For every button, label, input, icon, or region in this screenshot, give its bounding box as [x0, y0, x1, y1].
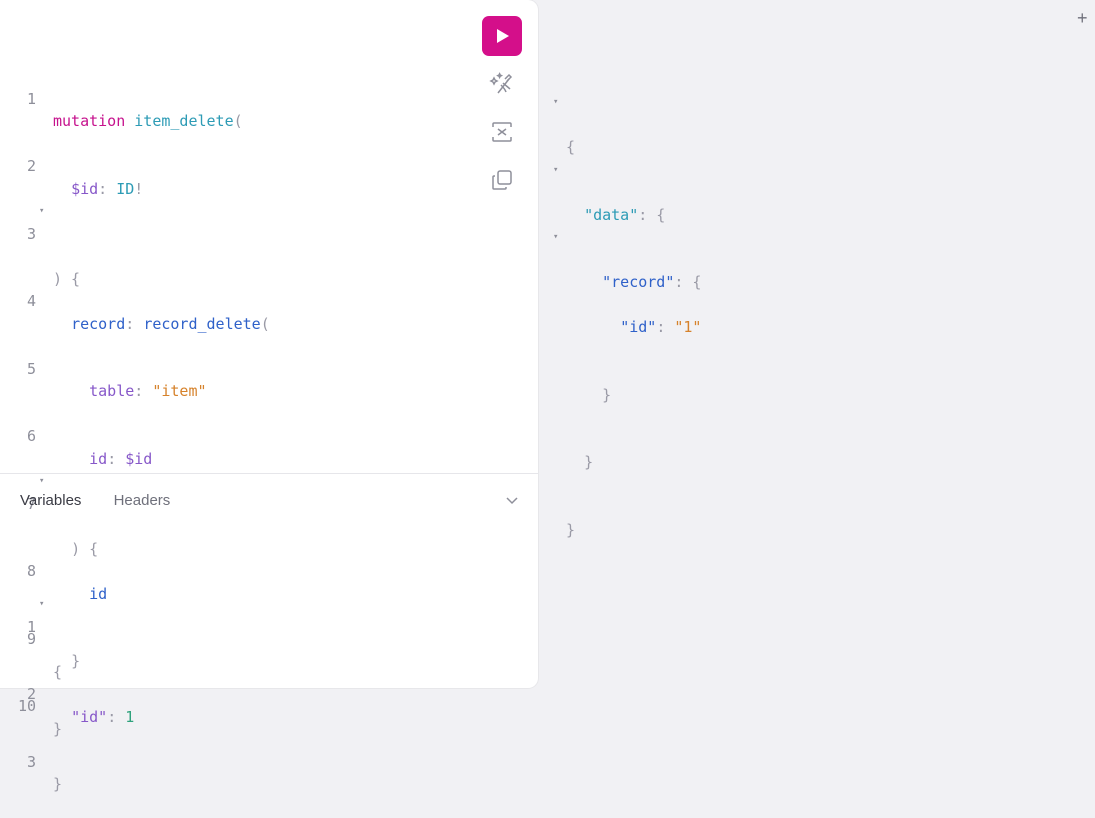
fold-toggle-icon[interactable]: ▾ [553, 226, 558, 249]
selection-field: id [89, 584, 108, 603]
result-viewer: ▾ { ▾ "data": { ▾ "record": { "id": "1" … [548, 46, 702, 541]
merge-fragments-icon [492, 122, 512, 142]
code-line: "id": "1" [620, 318, 702, 336]
line-number: 3 [26, 224, 36, 243]
variables-editor[interactable]: 1 ▾ { 2 "id": 1 3 } [0, 548, 134, 796]
line-number: 5 [26, 359, 36, 378]
code-line: 1 ▾ { [0, 593, 62, 681]
tab-variables[interactable]: Variables [20, 492, 81, 509]
code-line: 3 ▾ ) { [0, 200, 80, 288]
editor-tools-tabs: Variables Headers [20, 492, 198, 509]
query-editor-panel: 1 mutation item_delete( 2 $id: ID! 3 ▾ )… [0, 0, 538, 793]
fold-toggle-icon[interactable]: ▾ [39, 593, 44, 616]
execute-query-button[interactable] [482, 16, 522, 56]
code-line: 2 "id": 1 [0, 661, 134, 726]
play-icon [497, 29, 509, 43]
code-line: 1 mutation item_delete( [0, 65, 243, 131]
line-number: 4 [26, 292, 36, 310]
code-line: ▾ "record": { [548, 226, 701, 291]
json-value: "1" [674, 318, 702, 336]
json-key: "id" [620, 318, 657, 336]
argument-name: id [89, 449, 108, 468]
json-key: "data" [584, 205, 639, 224]
merge-fragments-button[interactable] [482, 112, 522, 152]
code-line: } [584, 453, 594, 471]
line-number: 2 [26, 685, 36, 703]
line-number: 2 [26, 157, 36, 175]
argument-value: "item" [152, 382, 207, 400]
copy-query-button[interactable] [482, 160, 522, 200]
chevron-down-icon [506, 497, 518, 505]
fold-toggle-icon[interactable]: ▾ [553, 91, 558, 114]
toggle-editor-tools-button[interactable] [503, 492, 521, 514]
field-name: record_delete [143, 314, 261, 333]
code-line: ▾ "data": { [548, 159, 665, 224]
json-key: "record" [602, 273, 675, 291]
alias: record [71, 314, 126, 333]
fold-toggle-icon[interactable]: ▾ [39, 200, 44, 223]
operation-name: item_delete [134, 112, 234, 130]
line-number: 3 [26, 752, 36, 771]
line-number: 6 [26, 427, 36, 445]
editor-toolbar [482, 16, 522, 200]
argument-name: table [89, 382, 135, 400]
code-line: 5 table: "item" [0, 335, 207, 401]
code-line: } [566, 520, 576, 539]
code-line: } [602, 385, 612, 404]
line-number: 1 [26, 89, 36, 108]
argument-value: $id [125, 449, 153, 468]
copy-icon [492, 170, 512, 190]
code-line: 4 record: record_delete( [0, 268, 270, 333]
code-line: 3 } [0, 728, 62, 794]
line-number: 1 [26, 617, 36, 636]
code-line: 6 id: $id [0, 403, 152, 468]
keyword: mutation [53, 112, 126, 130]
json-key: "id" [71, 707, 108, 726]
json-value: 1 [125, 707, 135, 726]
code-line: 2 $id: ID! [0, 133, 143, 198]
variable-name: $id [71, 179, 99, 198]
code-line: ▾ { [548, 91, 584, 156]
magic-wand-icon [489, 72, 513, 94]
variable-type: ID [116, 179, 135, 198]
fold-toggle-icon[interactable]: ▾ [553, 159, 558, 182]
prettify-button[interactable] [482, 64, 522, 104]
tab-headers[interactable]: Headers [114, 492, 171, 509]
add-tab-button[interactable]: + [1077, 8, 1088, 29]
panel-divider [0, 473, 538, 474]
